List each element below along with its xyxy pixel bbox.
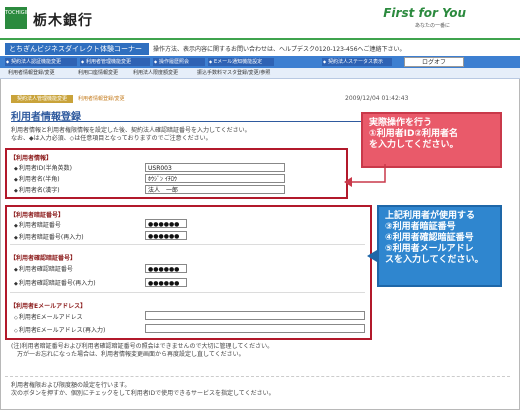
bottom-line-2: 次のボタンを押すか、個別にチェックをして利用者IDで使用できるサービスを指定して… [11,390,275,397]
callout-user-info-line-3: を入力してください。 [369,140,459,150]
arrow-to-password-icon [367,250,377,262]
callout-password-line-5: スを入力してください。 [385,255,484,265]
breadcrumb-active[interactable]: 契約法人管理機能変更 [11,95,73,103]
slogan-sub: あなたの一番に [414,23,450,29]
user-id-input[interactable]: USR003 [145,163,285,172]
main-nav: 契約法人認証機能変更 利用者管理機能変更 操作履歴照会 Eメール通知機能設定 契… [0,56,520,68]
note-line-2: 万が一お忘れになった場合は、利用者情報変更画面から再度設定し直してください。 [17,351,245,358]
pw-heading: 【利用者暗証番号】 [10,212,65,219]
email-label: 利用者Eメールアドレス [14,312,83,321]
bottom-line-1: 利用者権限および限度額の設定を行います。 [11,382,131,389]
confirm-pw-heading: 【利用者確認暗証番号】 [10,255,77,262]
callout-password-line-1: 上記利用者が使用する [385,211,476,221]
header: TOCHIGIN 栃木銀行 First for You あなたの一番に [0,0,520,42]
logout-button[interactable]: ログオフ [404,57,464,67]
subnav-fee-master[interactable]: 振込手数料マスタ登録/変更/参照 [197,69,270,76]
email-input[interactable] [145,311,365,320]
intro-line-2: なお、◆は入力必須、◇は任意項目となっておりますのでご注意ください。 [11,135,212,142]
pw-label: 利用者暗証番号 [14,220,61,229]
tab-history[interactable]: 操作履歴照会 [153,58,205,66]
user-info-heading: 【利用者情報】 [10,155,53,162]
sub-nav: 利用者情報登録/変更 利用口座情報変更 利用法人限度額変更 振込手数料マスタ登録… [0,68,520,79]
confirm-pw-reenter-label: 利用者確認暗証番号(再入力) [14,278,96,287]
callout-password-info: 上記利用者が使用する ③利用者暗証番号 ④利用者確認暗証番号 ⑤利用者メールアド… [377,205,502,287]
email-confirm-label: 利用者Eメールアドレス(再入力) [14,325,105,334]
bottom-divider [5,376,510,378]
tab-corp-auth[interactable]: 契約法人認証機能変更 [5,58,77,66]
helpdesk-text: 操作方法、表示内容に関するお問い合わせは、ヘルプデスク0120-123-456へ… [153,46,406,53]
subnav-account-info[interactable]: 利用口座情報変更 [78,69,118,76]
service-name: とちぎんビジネスダイレクト体験コーナー [5,43,149,55]
header-divider [0,38,520,40]
tab-corp-status[interactable]: 契約法人ステータス表示 [322,58,392,66]
note-line-1: (注)利用者暗証番号および利用者確認暗証番号の照会はできませんので大切に管理して… [11,343,274,350]
email-confirm-input[interactable] [145,324,365,333]
pw-divider [10,244,365,245]
user-name-kana-label: 利用者名(半角) [14,174,60,183]
intro-text: 利用者情報と利用者権限情報を設定した後、契約法人確認暗証番号を入力してください。… [11,127,351,143]
tab-email-notify[interactable]: Eメール通知機能設定 [208,58,274,66]
bank-logo: TOCHIGIN [5,7,30,29]
user-name-kana-input[interactable]: ﾎｳｼﾞﾝ ｲﾁﾛｳ [145,174,285,183]
callout-password-line-4: ⑤利用者メールアドレ [385,244,474,254]
confirm-pw-label: 利用者確認暗証番号 [14,264,73,273]
user-id-label: 利用者ID(半角英数) [14,163,72,172]
confirm-pw-divider [10,292,365,293]
confirm-pw-input[interactable]: ●●●●●● [145,264,187,273]
pw-confirm-input[interactable]: ●●●●●● [145,231,187,240]
bank-name: 栃木銀行 [33,13,93,29]
pw-confirm-label: 利用者暗証番号(再入力) [14,232,84,241]
tab-user-mgmt[interactable]: 利用者管理機能変更 [80,58,150,66]
timestamp: 2009/12/04 01:42:43 [345,95,409,102]
arrow-to-user-info-icon [344,164,386,187]
callout-password-line-2: ③利用者暗証番号 [385,222,456,232]
breadcrumb-current: 利用者情報登録/変更 [78,96,125,102]
intro-line-1: 利用者情報と利用者権限情報を設定した後、契約法人確認暗証番号を入力してください。 [11,127,251,134]
subnav-limit[interactable]: 利用法人限度額変更 [133,69,178,76]
callout-password-line-3: ④利用者確認暗証番号 [385,233,474,243]
service-bar: とちぎんビジネスダイレクト体験コーナー 操作方法、表示内容に関するお問い合わせは… [0,42,520,56]
user-name-kanji-label: 利用者名(漢字) [14,185,60,194]
user-name-kanji-input[interactable]: 法人 一郎 [145,185,285,194]
slogan: First for You [383,6,466,20]
callout-user-info-line-2: ①利用者ID②利用者名 [369,129,459,139]
confirm-pw-reenter-input[interactable]: ●●●●●● [145,278,187,287]
pw-input[interactable]: ●●●●●● [145,219,187,228]
callout-user-info-line-1: 実際操作を行う [369,118,433,128]
email-heading: 【利用者Eメールアドレス】 [10,303,87,310]
subnav-user-info[interactable]: 利用者情報登録/変更 [8,69,55,76]
